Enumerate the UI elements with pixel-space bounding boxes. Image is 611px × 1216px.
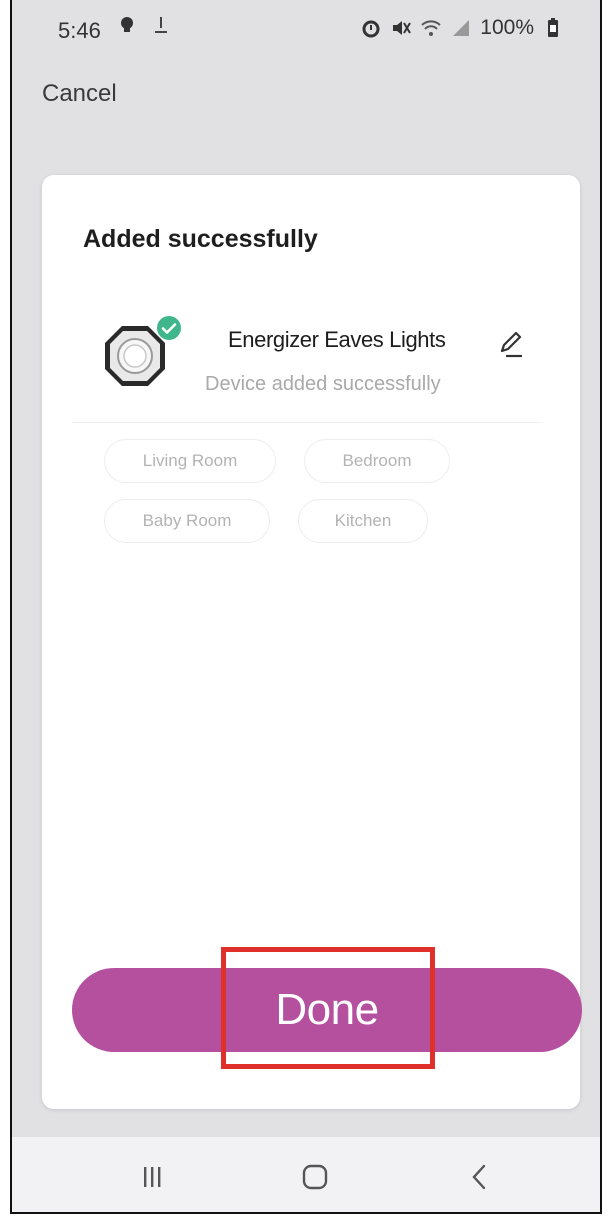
mute-icon <box>393 21 412 35</box>
done-button[interactable]: Done <box>72 968 582 1052</box>
battery-level: 100% <box>480 16 534 39</box>
device-row: Energizer Eaves Lights Device added succ… <box>72 315 542 425</box>
lightbulb-icon <box>121 17 133 32</box>
done-label: Done <box>275 985 379 1034</box>
wifi-icon <box>421 20 441 36</box>
back-icon[interactable] <box>462 1159 498 1195</box>
phone-screen: 5:46 100% Cancel Added successfully Ener… <box>10 0 602 1214</box>
device-status: Device added successfully <box>205 373 441 395</box>
divider <box>72 422 542 423</box>
alarm-icon <box>362 20 380 38</box>
battery-icon <box>548 18 558 37</box>
signal-icon <box>453 20 470 36</box>
recents-icon[interactable] <box>134 1159 170 1195</box>
room-chip-bedroom[interactable]: Bedroom <box>304 439 450 483</box>
nav-bar <box>12 1137 600 1212</box>
check-icon <box>157 316 181 340</box>
room-chip-kitchen[interactable]: Kitchen <box>298 499 428 543</box>
device-name: Energizer Eaves Lights <box>228 327 446 352</box>
download-icon <box>155 17 167 33</box>
room-chip-baby-room[interactable]: Baby Room <box>104 499 270 543</box>
status-bar: 5:46 100% <box>12 0 600 60</box>
home-icon[interactable] <box>297 1159 333 1195</box>
cancel-button[interactable]: Cancel <box>42 80 117 108</box>
room-chip-living-room[interactable]: Living Room <box>104 439 276 483</box>
page-title: Added successfully <box>83 225 318 253</box>
status-time: 5:46 <box>58 18 101 43</box>
edit-pencil-icon[interactable] <box>496 329 526 359</box>
